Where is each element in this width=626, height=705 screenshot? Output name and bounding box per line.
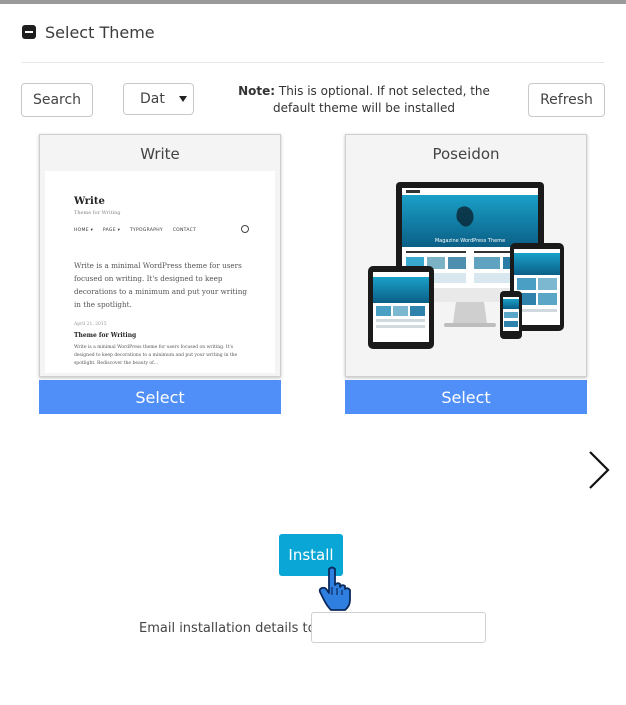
preview-nav: HOME ▾ PAGE ▾ TYPOGRAPHY CONTACT: [74, 228, 204, 233]
search-button[interactable]: Search: [21, 83, 93, 117]
collapse-icon[interactable]: [22, 25, 36, 39]
refresh-button[interactable]: Refresh: [528, 83, 605, 117]
preview-post-excerpt: Write is a minimal WordPress theme for u…: [74, 345, 238, 366]
sort-select-value: Dat: [140, 91, 165, 107]
chevron-right-icon[interactable]: [584, 448, 614, 492]
theme-screenshot-poseidon: Magazine WordPress Theme: [368, 182, 564, 349]
divider: [22, 62, 604, 63]
preview-post-title: Theme for Writing: [74, 332, 137, 339]
preview-nav-item: TYPOGRAPHY: [129, 228, 163, 233]
note-text: This is optional. If not selected, the d…: [273, 84, 490, 115]
section-title: Select Theme: [45, 22, 155, 42]
preview-nav-item: HOME ▾: [74, 228, 94, 233]
email-field[interactable]: [311, 612, 486, 643]
preview-screen-caption: Magazine WordPress Theme: [435, 238, 505, 244]
preview-intro: Write is a minimal WordPress theme for u…: [74, 261, 247, 309]
preview-nav-item: CONTACT: [172, 228, 197, 233]
section-header[interactable]: Select Theme: [22, 22, 155, 42]
preview-tagline: Theme for Writing: [74, 210, 121, 216]
preview-post-date: April 21, 2015: [74, 322, 107, 327]
theme-name: Write: [140, 145, 180, 163]
search-icon: [241, 225, 249, 233]
email-label: Email installation details to :: [139, 621, 325, 636]
theme-card-poseidon[interactable]: Poseidon Magazine WordPress Theme: [345, 134, 587, 377]
select-button-poseidon[interactable]: Select: [345, 380, 587, 414]
optional-note: Note: This is optional. If not selected,…: [224, 83, 504, 117]
theme-card-write[interactable]: Write Write Theme for Writing HOME ▾ PAG…: [39, 134, 281, 377]
caret-down-icon: [179, 96, 187, 102]
hand-pointer-icon: [318, 566, 351, 611]
theme-name: Poseidon: [432, 145, 500, 163]
note-label: Note:: [238, 84, 276, 98]
preview-nav-item: PAGE ▾: [102, 228, 121, 233]
theme-screenshot-write: Write Theme for Writing HOME ▾ PAGE ▾ TY…: [45, 171, 275, 373]
sort-select[interactable]: Dat: [123, 83, 194, 115]
preview-site-title: Write: [74, 196, 105, 207]
select-button-write[interactable]: Select: [39, 380, 281, 414]
top-border: [0, 0, 626, 4]
